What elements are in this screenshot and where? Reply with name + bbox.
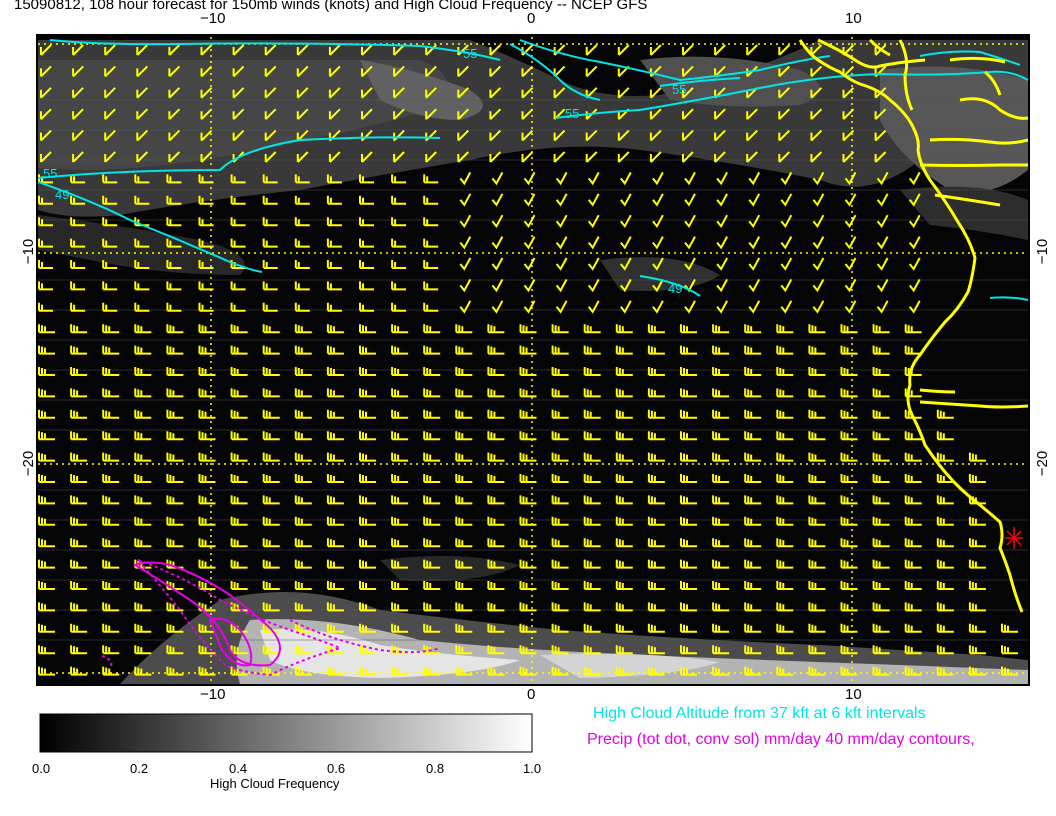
contour-label: 55 [43, 166, 57, 181]
colorbar-tick: 0.8 [426, 761, 445, 776]
cloud-altitude-legend: High Cloud Altitude from 37 kft at 6 kft… [593, 705, 926, 722]
colorbar [39, 713, 533, 753]
colorbar-tick: 1.0 [523, 761, 542, 776]
contour-label: 55 [565, 106, 579, 121]
contour-label: 55 [672, 82, 686, 97]
colorbar-tick: 0.2 [130, 761, 149, 776]
precip-legend: Precip (tot dot, conv sol) mm/day 40 mm/… [587, 731, 975, 748]
contour-label: 49 [668, 281, 682, 296]
contour-label: 55 [463, 46, 477, 61]
colorbar-tick: 0.6 [327, 761, 346, 776]
colorbar-tick: 0.0 [32, 761, 51, 776]
colorbar-title: High Cloud Frequency [210, 776, 340, 791]
contour-label: 49 [55, 187, 69, 202]
colorbar-tick: 0.4 [229, 761, 248, 776]
map-panel: 55 55 55 55 49 49 [36, 34, 1030, 753]
